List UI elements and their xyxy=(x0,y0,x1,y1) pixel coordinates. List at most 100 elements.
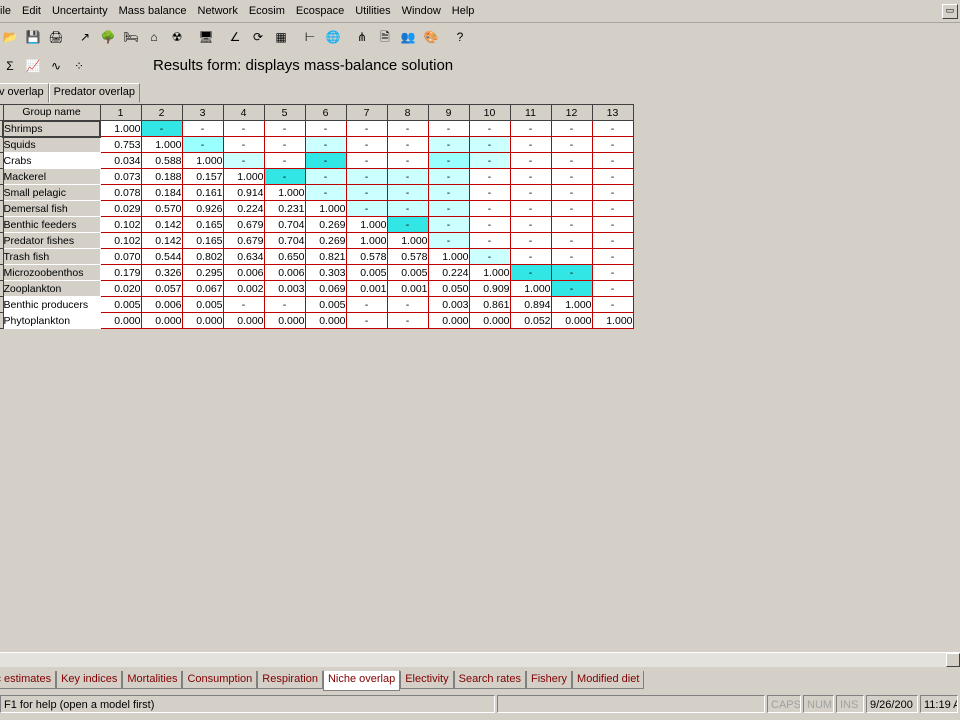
overlap-cell[interactable]: 0.006 xyxy=(222,264,265,281)
overlap-cell[interactable]: - xyxy=(550,120,593,137)
overlap-cell[interactable]: 0.070 xyxy=(99,248,142,265)
overlap-cell[interactable]: - xyxy=(550,280,593,297)
overlap-cell[interactable]: 0.165 xyxy=(181,232,224,249)
overlap-cell[interactable]: 0.269 xyxy=(304,232,347,249)
overlap-cell[interactable]: 0.926 xyxy=(181,200,224,217)
menu-ecospace[interactable]: Ecospace xyxy=(291,5,350,17)
overlap-cell[interactable]: 0.057 xyxy=(140,280,183,297)
overlap-cell[interactable]: 0.578 xyxy=(345,248,388,265)
overlap-cell[interactable]: - xyxy=(345,120,388,137)
menu-ecosim[interactable]: Ecosim xyxy=(244,5,291,17)
overlap-cell[interactable]: 0.000 xyxy=(222,312,265,329)
overlap-cell[interactable]: 0.000 xyxy=(181,312,224,329)
overlap-cell[interactable]: 0.073 xyxy=(99,168,142,185)
overlap-cell[interactable]: - xyxy=(140,120,183,137)
menu-edit[interactable]: Edit xyxy=(17,5,47,17)
overlap-cell[interactable]: 1.000 xyxy=(591,312,634,329)
overlap-cell[interactable]: - xyxy=(386,184,429,201)
people-icon[interactable]: 👥 xyxy=(398,27,418,47)
tab-niche-overlap[interactable]: Niche overlap xyxy=(322,670,401,691)
overlap-cell[interactable]: - xyxy=(222,296,265,313)
overlap-cell[interactable]: 1.000 xyxy=(550,296,593,313)
overlap-cell[interactable]: - xyxy=(263,168,306,185)
overlap-cell[interactable]: - xyxy=(181,120,224,137)
overlap-cell[interactable]: 0.161 xyxy=(181,184,224,201)
overlap-cell[interactable]: 0.020 xyxy=(99,280,142,297)
line-chart-icon[interactable]: 📈 xyxy=(23,56,43,76)
overlap-cell[interactable]: 1.000 xyxy=(468,264,511,281)
overlap-cell[interactable]: 0.179 xyxy=(99,264,142,281)
overlap-cell[interactable]: 0.704 xyxy=(263,216,306,233)
group-name-cell[interactable]: Zooplankton xyxy=(2,280,101,297)
overlap-cell[interactable]: 0.909 xyxy=(468,280,511,297)
overlap-cell[interactable]: - xyxy=(509,152,552,169)
overlap-cell[interactable]: 0.679 xyxy=(222,232,265,249)
overlap-cell[interactable]: 0.000 xyxy=(140,312,183,329)
overlap-cell[interactable]: - xyxy=(345,168,388,185)
overlap-cell[interactable]: - xyxy=(591,248,634,265)
angle-icon[interactable]: ∠ xyxy=(225,27,245,47)
overlap-cell[interactable]: - xyxy=(550,216,593,233)
overlap-cell[interactable]: - xyxy=(591,232,634,249)
overlap-cell[interactable]: 0.269 xyxy=(304,216,347,233)
overlap-cell[interactable]: 1.000 xyxy=(222,168,265,185)
scroll-right-arrow[interactable] xyxy=(946,653,960,667)
overlap-cell[interactable]: - xyxy=(386,136,429,153)
overlap-cell[interactable]: - xyxy=(468,136,511,153)
group-name-cell[interactable]: Demersal fish xyxy=(2,200,101,217)
overlap-cell[interactable]: - xyxy=(386,296,429,313)
overlap-cell[interactable]: - xyxy=(181,136,224,153)
overlap-cell[interactable]: - xyxy=(591,200,634,217)
overlap-cell[interactable]: 0.003 xyxy=(263,280,306,297)
group-name-cell[interactable]: Crabs xyxy=(2,152,101,169)
overlap-cell[interactable]: 0.578 xyxy=(386,248,429,265)
overlap-cell[interactable]: 0.005 xyxy=(386,264,429,281)
group-name-cell[interactable]: Phytoplankton xyxy=(2,312,101,329)
overlap-cell[interactable]: - xyxy=(550,232,593,249)
overlap-cell[interactable]: 0.679 xyxy=(222,216,265,233)
overlap-cell[interactable]: 0.650 xyxy=(263,248,306,265)
overlap-cell[interactable]: 0.006 xyxy=(263,264,306,281)
tree-icon[interactable]: 🌳 xyxy=(98,27,118,47)
overlap-cell[interactable]: 0.102 xyxy=(99,216,142,233)
house-icon[interactable]: ⌂ xyxy=(144,27,164,47)
overlap-cell[interactable]: - xyxy=(427,200,470,217)
overlap-cell[interactable]: 0.303 xyxy=(304,264,347,281)
column-header[interactable]: 12 xyxy=(550,104,593,121)
overlap-cell[interactable]: 0.914 xyxy=(222,184,265,201)
overlap-cell[interactable]: - xyxy=(468,200,511,217)
tab-modified-diet[interactable]: Modified diet xyxy=(572,671,645,689)
overlap-cell[interactable]: 0.588 xyxy=(140,152,183,169)
radiation-icon[interactable]: ☢ xyxy=(167,27,187,47)
tab-ic-estimates[interactable]: ic estimates xyxy=(0,671,57,689)
column-header[interactable]: 13 xyxy=(591,104,634,121)
overlap-cell[interactable]: 0.894 xyxy=(509,296,552,313)
overlap-cell[interactable]: 1.000 xyxy=(263,184,306,201)
tab-mortalities[interactable]: Mortalities xyxy=(122,671,183,689)
group-name-cell[interactable]: Mackerel xyxy=(2,168,101,185)
overlap-cell[interactable]: 0.157 xyxy=(181,168,224,185)
column-header[interactable]: 8 xyxy=(386,104,429,121)
overlap-cell[interactable]: - xyxy=(304,120,347,137)
overlap-cell[interactable]: - xyxy=(509,232,552,249)
overlap-cell[interactable]: 0.006 xyxy=(140,296,183,313)
group-name-cell[interactable]: Predator fishes xyxy=(2,232,101,249)
column-header[interactable]: 6 xyxy=(304,104,347,121)
overlap-cell[interactable]: 1.000 xyxy=(386,232,429,249)
overlap-cell[interactable]: - xyxy=(304,152,347,169)
overlap-cell[interactable]: 1.000 xyxy=(304,200,347,217)
overlap-cell[interactable]: 0.570 xyxy=(140,200,183,217)
overlap-cell[interactable]: 0.165 xyxy=(181,216,224,233)
overlap-cell[interactable]: - xyxy=(427,184,470,201)
document-icon[interactable]: 🗎 xyxy=(375,27,395,47)
overlap-cell[interactable]: - xyxy=(263,120,306,137)
overlap-cell[interactable]: - xyxy=(345,312,388,329)
dots-icon[interactable]: ⁘ xyxy=(69,56,89,76)
group-name-cell[interactable]: Shrimps xyxy=(2,119,101,138)
help-icon[interactable]: ? xyxy=(450,27,470,47)
group-name-cell[interactable]: Benthic producers xyxy=(2,296,101,313)
palette-icon[interactable]: 🎨 xyxy=(421,27,441,47)
overlap-cell[interactable]: 0.000 xyxy=(427,312,470,329)
overlap-cell[interactable]: 0.224 xyxy=(427,264,470,281)
column-header[interactable]: 3 xyxy=(181,104,224,121)
